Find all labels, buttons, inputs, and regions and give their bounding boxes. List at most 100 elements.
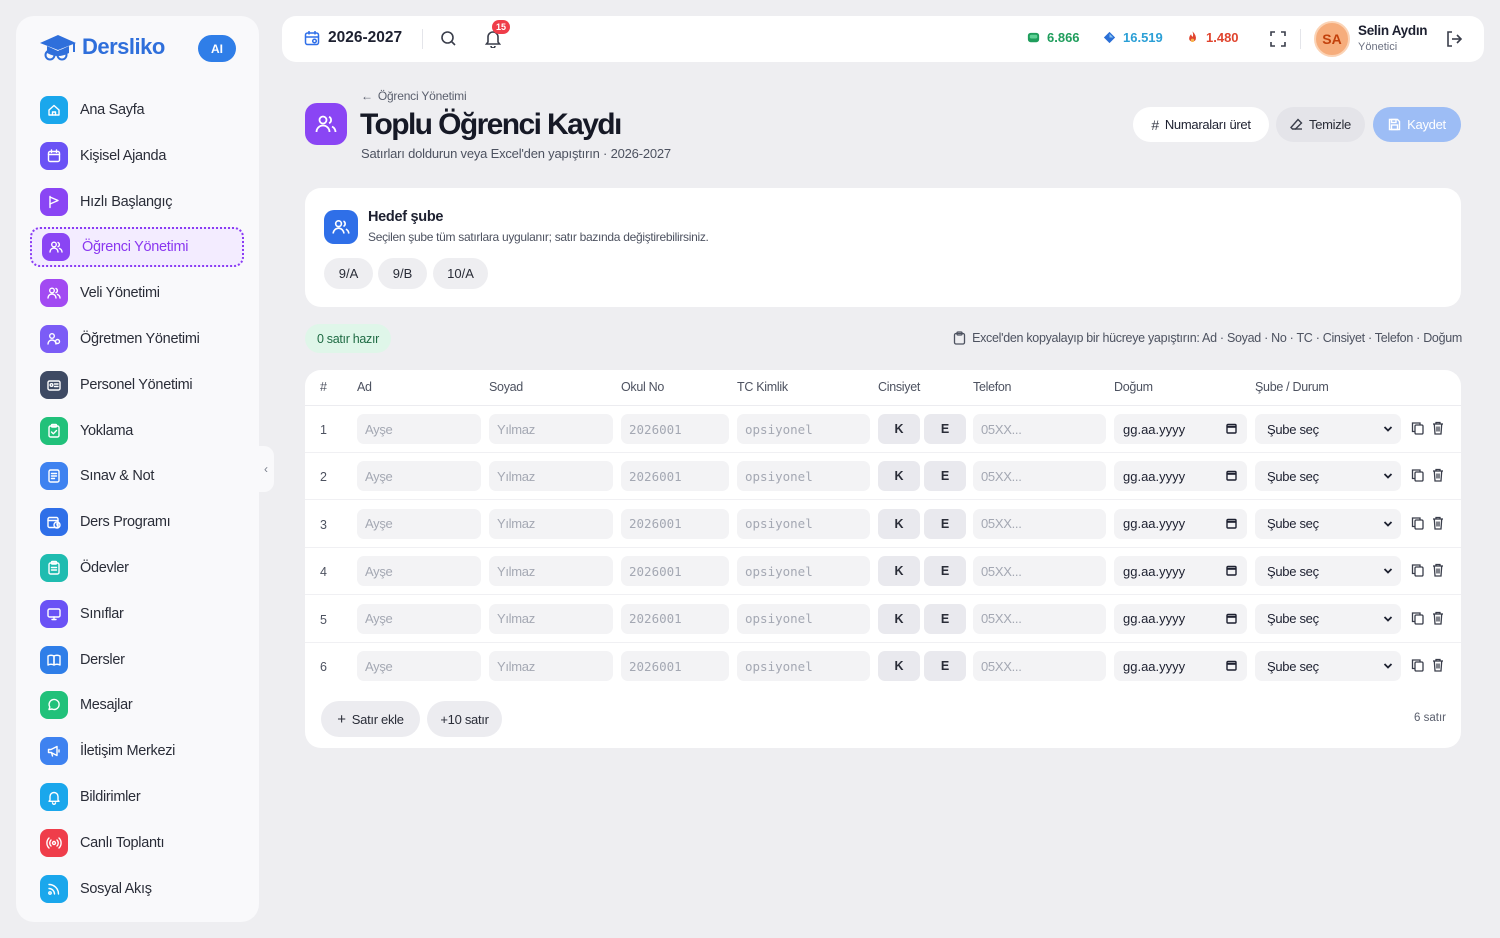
last-name-input[interactable]: Yılmaz <box>489 414 613 444</box>
trash-icon[interactable] <box>1432 468 1444 483</box>
branch-select[interactable]: Şube seç <box>1255 556 1401 587</box>
stat-gem-green[interactable]: 6.866 <box>1026 30 1080 45</box>
copy-icon[interactable] <box>1411 421 1424 435</box>
add-ten-rows-button[interactable]: +10 satır <box>427 701 502 737</box>
branch-select[interactable]: Şube seç <box>1255 414 1401 444</box>
trash-icon[interactable] <box>1432 563 1444 577</box>
gender-male-button[interactable]: E <box>924 556 966 587</box>
stat-flame[interactable]: 1.480 <box>1185 30 1239 45</box>
calendar-icon[interactable] <box>1226 660 1237 671</box>
logo[interactable]: Dersliko <box>38 32 165 62</box>
calendar-icon[interactable] <box>1226 613 1237 624</box>
sidebar-item-kişisel-ajanda[interactable]: Kişisel Ajanda <box>30 136 244 176</box>
birth-date-input[interactable]: gg.aa.yyyy <box>1114 651 1247 681</box>
gender-male-button[interactable]: E <box>924 603 966 634</box>
birth-date-input[interactable]: gg.aa.yyyy <box>1114 603 1247 634</box>
tc-input[interactable]: opsiyonel <box>737 556 870 587</box>
copy-icon[interactable] <box>1411 658 1424 672</box>
sidebar-item-yoklama[interactable]: Yoklama <box>30 411 244 451</box>
gender-male-button[interactable]: E <box>924 461 966 492</box>
sidebar-item-mesajlar[interactable]: Mesajlar <box>30 685 244 725</box>
branch-select[interactable]: Şube seç <box>1255 461 1401 492</box>
last-name-input[interactable]: Yılmaz <box>489 508 613 539</box>
tc-input[interactable]: opsiyonel <box>737 461 870 492</box>
trash-icon[interactable] <box>1432 516 1444 530</box>
school-no-input[interactable]: 2026001 <box>621 603 729 634</box>
branch-chip-9a[interactable]: 9/A <box>324 258 373 289</box>
sidebar-item-ders-programı[interactable]: Ders Programı <box>30 502 244 542</box>
trash-icon[interactable] <box>1432 421 1444 435</box>
phone-input[interactable]: 05XX... <box>973 414 1106 444</box>
sidebar-item-dersler[interactable]: Dersler <box>30 640 244 680</box>
last-name-input[interactable]: Yılmaz <box>489 556 613 587</box>
birth-date-input[interactable]: gg.aa.yyyy <box>1114 556 1247 587</box>
tc-input[interactable]: opsiyonel <box>737 508 870 539</box>
branch-chip-10a[interactable]: 10/A <box>433 258 488 289</box>
gender-male-button[interactable]: E <box>924 508 966 539</box>
calendar-icon[interactable] <box>1226 470 1237 482</box>
avatar[interactable]: SA <box>1314 21 1350 57</box>
search-icon[interactable] <box>440 30 457 47</box>
trash-icon[interactable] <box>1432 611 1444 625</box>
sidebar-item-hızlı-başlangıç[interactable]: Hızlı Başlangıç <box>30 182 244 222</box>
breadcrumb[interactable]: ← Öğrenci Yönetimi <box>361 89 467 103</box>
sidebar-item-i-letişim-merkezi[interactable]: İletişim Merkezi <box>30 731 244 771</box>
phone-input[interactable]: 05XX... <box>973 651 1106 681</box>
birth-date-input[interactable]: gg.aa.yyyy <box>1114 508 1247 539</box>
first-name-input[interactable]: Ayşe <box>357 556 481 587</box>
stat-gem-blue[interactable]: 16.519 <box>1102 30 1163 45</box>
add-row-button[interactable]: + Satır ekle <box>321 701 420 737</box>
birth-date-input[interactable]: gg.aa.yyyy <box>1114 414 1247 444</box>
fullscreen-icon[interactable] <box>1269 30 1287 48</box>
calendar-icon[interactable] <box>1226 565 1237 576</box>
branch-select[interactable]: Şube seç <box>1255 651 1401 681</box>
gender-male-button[interactable]: E <box>924 414 966 444</box>
branch-select[interactable]: Şube seç <box>1255 603 1401 634</box>
phone-input[interactable]: 05XX... <box>973 508 1106 539</box>
last-name-input[interactable]: Yılmaz <box>489 603 613 634</box>
branch-select[interactable]: Şube seç <box>1255 508 1401 539</box>
school-no-input[interactable]: 2026001 <box>621 651 729 681</box>
ai-badge[interactable]: AI <box>198 35 236 62</box>
copy-icon[interactable] <box>1411 611 1424 625</box>
sidebar-item-canlı-toplantı[interactable]: Canlı Toplantı <box>30 823 244 863</box>
calendar-icon[interactable] <box>1226 518 1237 529</box>
sidebar-item-ana-sayfa[interactable]: Ana Sayfa <box>30 90 244 130</box>
phone-input[interactable]: 05XX... <box>973 603 1106 634</box>
copy-icon[interactable] <box>1411 516 1424 530</box>
clear-button[interactable]: Temizle <box>1276 107 1365 142</box>
copy-icon[interactable] <box>1411 468 1424 483</box>
first-name-input[interactable]: Ayşe <box>357 461 481 492</box>
phone-input[interactable]: 05XX... <box>973 556 1106 587</box>
gender-female-button[interactable]: K <box>878 603 920 634</box>
gender-female-button[interactable]: K <box>878 414 920 444</box>
school-no-input[interactable]: 2026001 <box>621 414 729 444</box>
last-name-input[interactable]: Yılmaz <box>489 461 613 492</box>
first-name-input[interactable]: Ayşe <box>357 603 481 634</box>
trash-icon[interactable] <box>1432 658 1444 672</box>
year-selector[interactable]: 2026-2027 <box>304 29 402 47</box>
tc-input[interactable]: opsiyonel <box>737 603 870 634</box>
sidebar-item-veli-yönetimi[interactable]: Veli Yönetimi <box>30 273 244 313</box>
phone-input[interactable]: 05XX... <box>973 461 1106 492</box>
first-name-input[interactable]: Ayşe <box>357 414 481 444</box>
generate-numbers-button[interactable]: # Numaraları üret <box>1133 107 1269 142</box>
sidebar-item-sınıflar[interactable]: Sınıflar <box>30 594 244 634</box>
tc-input[interactable]: opsiyonel <box>737 651 870 681</box>
sidebar-item-sınav-not[interactable]: Sınav & Not <box>30 456 244 496</box>
gender-male-button[interactable]: E <box>924 651 966 681</box>
sidebar-item-bildirimler[interactable]: Bildirimler <box>30 777 244 817</box>
calendar-icon[interactable] <box>1226 423 1237 434</box>
branch-chip-9b[interactable]: 9/B <box>378 258 427 289</box>
first-name-input[interactable]: Ayşe <box>357 651 481 681</box>
gender-female-button[interactable]: K <box>878 461 920 492</box>
school-no-input[interactable]: 2026001 <box>621 508 729 539</box>
sidebar-item-personel-yönetimi[interactable]: Personel Yönetimi <box>30 365 244 405</box>
collapse-sidebar-button[interactable]: ‹ <box>258 446 274 492</box>
copy-icon[interactable] <box>1411 563 1424 577</box>
tc-input[interactable]: opsiyonel <box>737 414 870 444</box>
last-name-input[interactable]: Yılmaz <box>489 651 613 681</box>
school-no-input[interactable]: 2026001 <box>621 556 729 587</box>
gender-female-button[interactable]: K <box>878 651 920 681</box>
birth-date-input[interactable]: gg.aa.yyyy <box>1114 461 1247 492</box>
